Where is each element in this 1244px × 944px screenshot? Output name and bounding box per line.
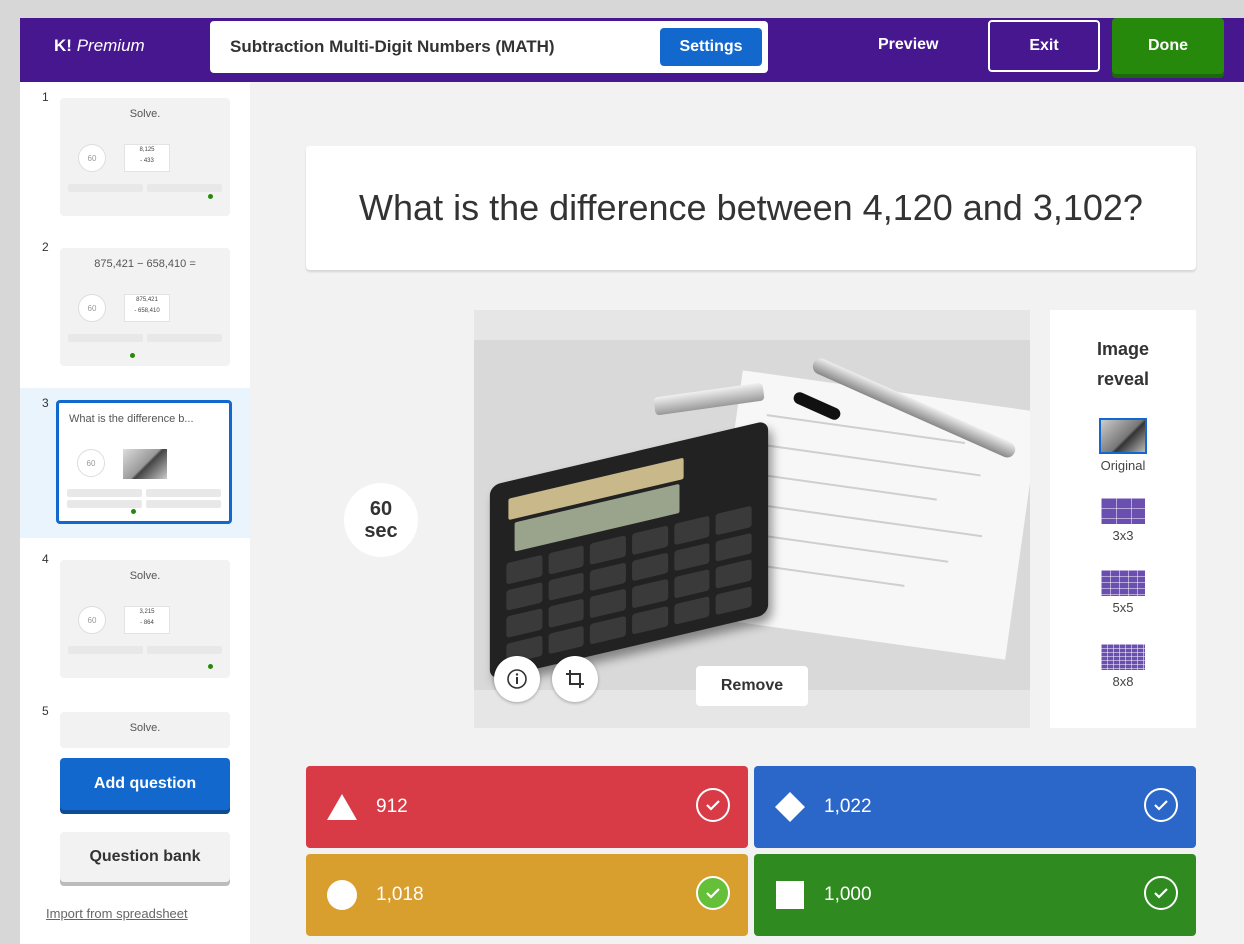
reveal-5x5-thumbnail [1101, 570, 1145, 596]
slide-answers-preview [67, 500, 221, 508]
slide-item-4[interactable]: 4 Solve. 60 3,215- 864 [20, 544, 250, 694]
correct-toggle-checkmark-icon[interactable] [1144, 788, 1178, 822]
reveal-3x3-thumbnail [1101, 498, 1145, 524]
answer-option-2[interactable]: 1,022 [754, 766, 1196, 848]
correct-answer-dot [131, 509, 136, 514]
slide-image-preview: 875,421- 658,410 [124, 294, 170, 322]
slide-question-preview: 875,421 − 658,410 = [94, 258, 196, 270]
question-list-sidebar: 1 Solve. 60 8,125- 433 2 875,421 − 658,4… [20, 82, 250, 944]
slide-answers-preview [68, 646, 222, 654]
top-bar: K! Premium Subtraction Multi-Digit Numbe… [20, 18, 1244, 82]
correct-answer-dot [208, 194, 213, 199]
triangle-icon [327, 794, 357, 820]
correct-toggle-checkmark-icon[interactable] [696, 876, 730, 910]
reveal-original-thumbnail [1099, 418, 1147, 454]
answer-text[interactable]: 1,000 [824, 884, 872, 906]
app-frame: K! Premium Subtraction Multi-Digit Numbe… [20, 18, 1244, 944]
reveal-8x8-thumbnail [1101, 644, 1145, 670]
reveal-option-original[interactable]: Original [1050, 418, 1196, 473]
kahoot-title-field[interactable]: Subtraction Multi-Digit Numbers (MATH) S… [210, 21, 768, 73]
slide-thumbnail[interactable]: Solve. 60 8,125- 433 [60, 98, 230, 216]
correct-toggle-checkmark-icon[interactable] [1144, 876, 1178, 910]
slide-image-preview: 8,125- 433 [124, 144, 170, 172]
diamond-icon [775, 792, 805, 822]
slide-timer-preview: 60 [78, 294, 106, 322]
kahoot-title: Subtraction Multi-Digit Numbers (MATH) [230, 37, 555, 56]
correct-answer-dot [130, 353, 135, 358]
slide-answers-preview [67, 489, 221, 497]
preview-button[interactable]: Preview [878, 36, 938, 54]
question-bank-button[interactable]: Question bank [60, 832, 230, 882]
timer-unit: sec [364, 520, 398, 542]
square-icon [776, 881, 804, 909]
image-reveal-panel: Image reveal Original 3x3 5x5 8x8 [1050, 310, 1196, 728]
slide-item-5[interactable]: 5 Solve. [20, 696, 250, 748]
correct-toggle-checkmark-icon[interactable] [696, 788, 730, 822]
crop-icon[interactable] [552, 656, 598, 702]
slide-timer-preview: 60 [78, 144, 106, 172]
slide-number: 5 [42, 704, 49, 718]
image-info-icon[interactable] [494, 656, 540, 702]
circle-icon [327, 880, 357, 910]
slide-timer-preview: 60 [77, 449, 105, 477]
slide-image-preview: 3,215- 864 [124, 606, 170, 634]
import-spreadsheet-link[interactable]: Import from spreadsheet [46, 906, 188, 921]
answer-option-1[interactable]: 912 [306, 766, 748, 848]
settings-button[interactable]: Settings [660, 28, 762, 66]
slide-question-preview: Solve. [129, 570, 161, 582]
slide-number: 1 [42, 90, 49, 104]
slide-number: 3 [42, 396, 49, 410]
reveal-option-8x8[interactable]: 8x8 [1050, 644, 1196, 689]
reveal-option-5x5[interactable]: 5x5 [1050, 570, 1196, 615]
slide-question-preview: Solve. [129, 108, 161, 120]
slide-thumbnail-selected[interactable]: What is the difference b... 60 [56, 400, 232, 524]
question-text-field[interactable]: What is the difference between 4,120 and… [306, 146, 1196, 270]
image-reveal-title: Image reveal [1096, 339, 1150, 389]
question-image [474, 340, 1030, 690]
exit-button[interactable]: Exit [988, 20, 1100, 72]
answer-option-4[interactable]: 1,000 [754, 854, 1196, 936]
reveal-option-3x3[interactable]: 3x3 [1050, 498, 1196, 543]
slide-question-preview: Solve. [129, 722, 161, 734]
slide-question-preview: What is the difference b... [69, 413, 194, 425]
slide-image-preview [123, 449, 167, 479]
time-limit-button[interactable]: 60 sec [344, 483, 418, 557]
question-image-panel: Remove [474, 310, 1030, 728]
answer-option-3[interactable]: 1,018 [306, 854, 748, 936]
timer-value: 60 [369, 498, 393, 520]
answer-text[interactable]: 1,022 [824, 796, 872, 818]
done-button[interactable]: Done [1112, 18, 1224, 74]
slide-number: 4 [42, 552, 49, 566]
calculator-illustration [489, 420, 769, 680]
slide-answers-preview [68, 334, 222, 342]
add-question-button[interactable]: Add question [60, 758, 230, 810]
slide-answers-preview [68, 184, 222, 192]
kahoot-premium-logo[interactable]: K! Premium [54, 36, 145, 56]
answer-text[interactable]: 912 [376, 796, 408, 818]
slide-number: 2 [42, 240, 49, 254]
slide-item-3[interactable]: 3 What is the difference b... 60 [20, 388, 250, 538]
slide-thumbnail[interactable]: 875,421 − 658,410 = 60 875,421- 658,410 [60, 248, 230, 366]
correct-answer-dot [208, 664, 213, 669]
slide-thumbnail[interactable]: Solve. [60, 712, 230, 748]
slide-thumbnail[interactable]: Solve. 60 3,215- 864 [60, 560, 230, 678]
slide-timer-preview: 60 [78, 606, 106, 634]
slide-item-1[interactable]: 1 Solve. 60 8,125- 433 [20, 82, 250, 232]
remove-image-button[interactable]: Remove [696, 666, 808, 706]
answer-text[interactable]: 1,018 [376, 884, 424, 906]
slide-item-2[interactable]: 2 875,421 − 658,410 = 60 875,421- 658,41… [20, 232, 250, 382]
